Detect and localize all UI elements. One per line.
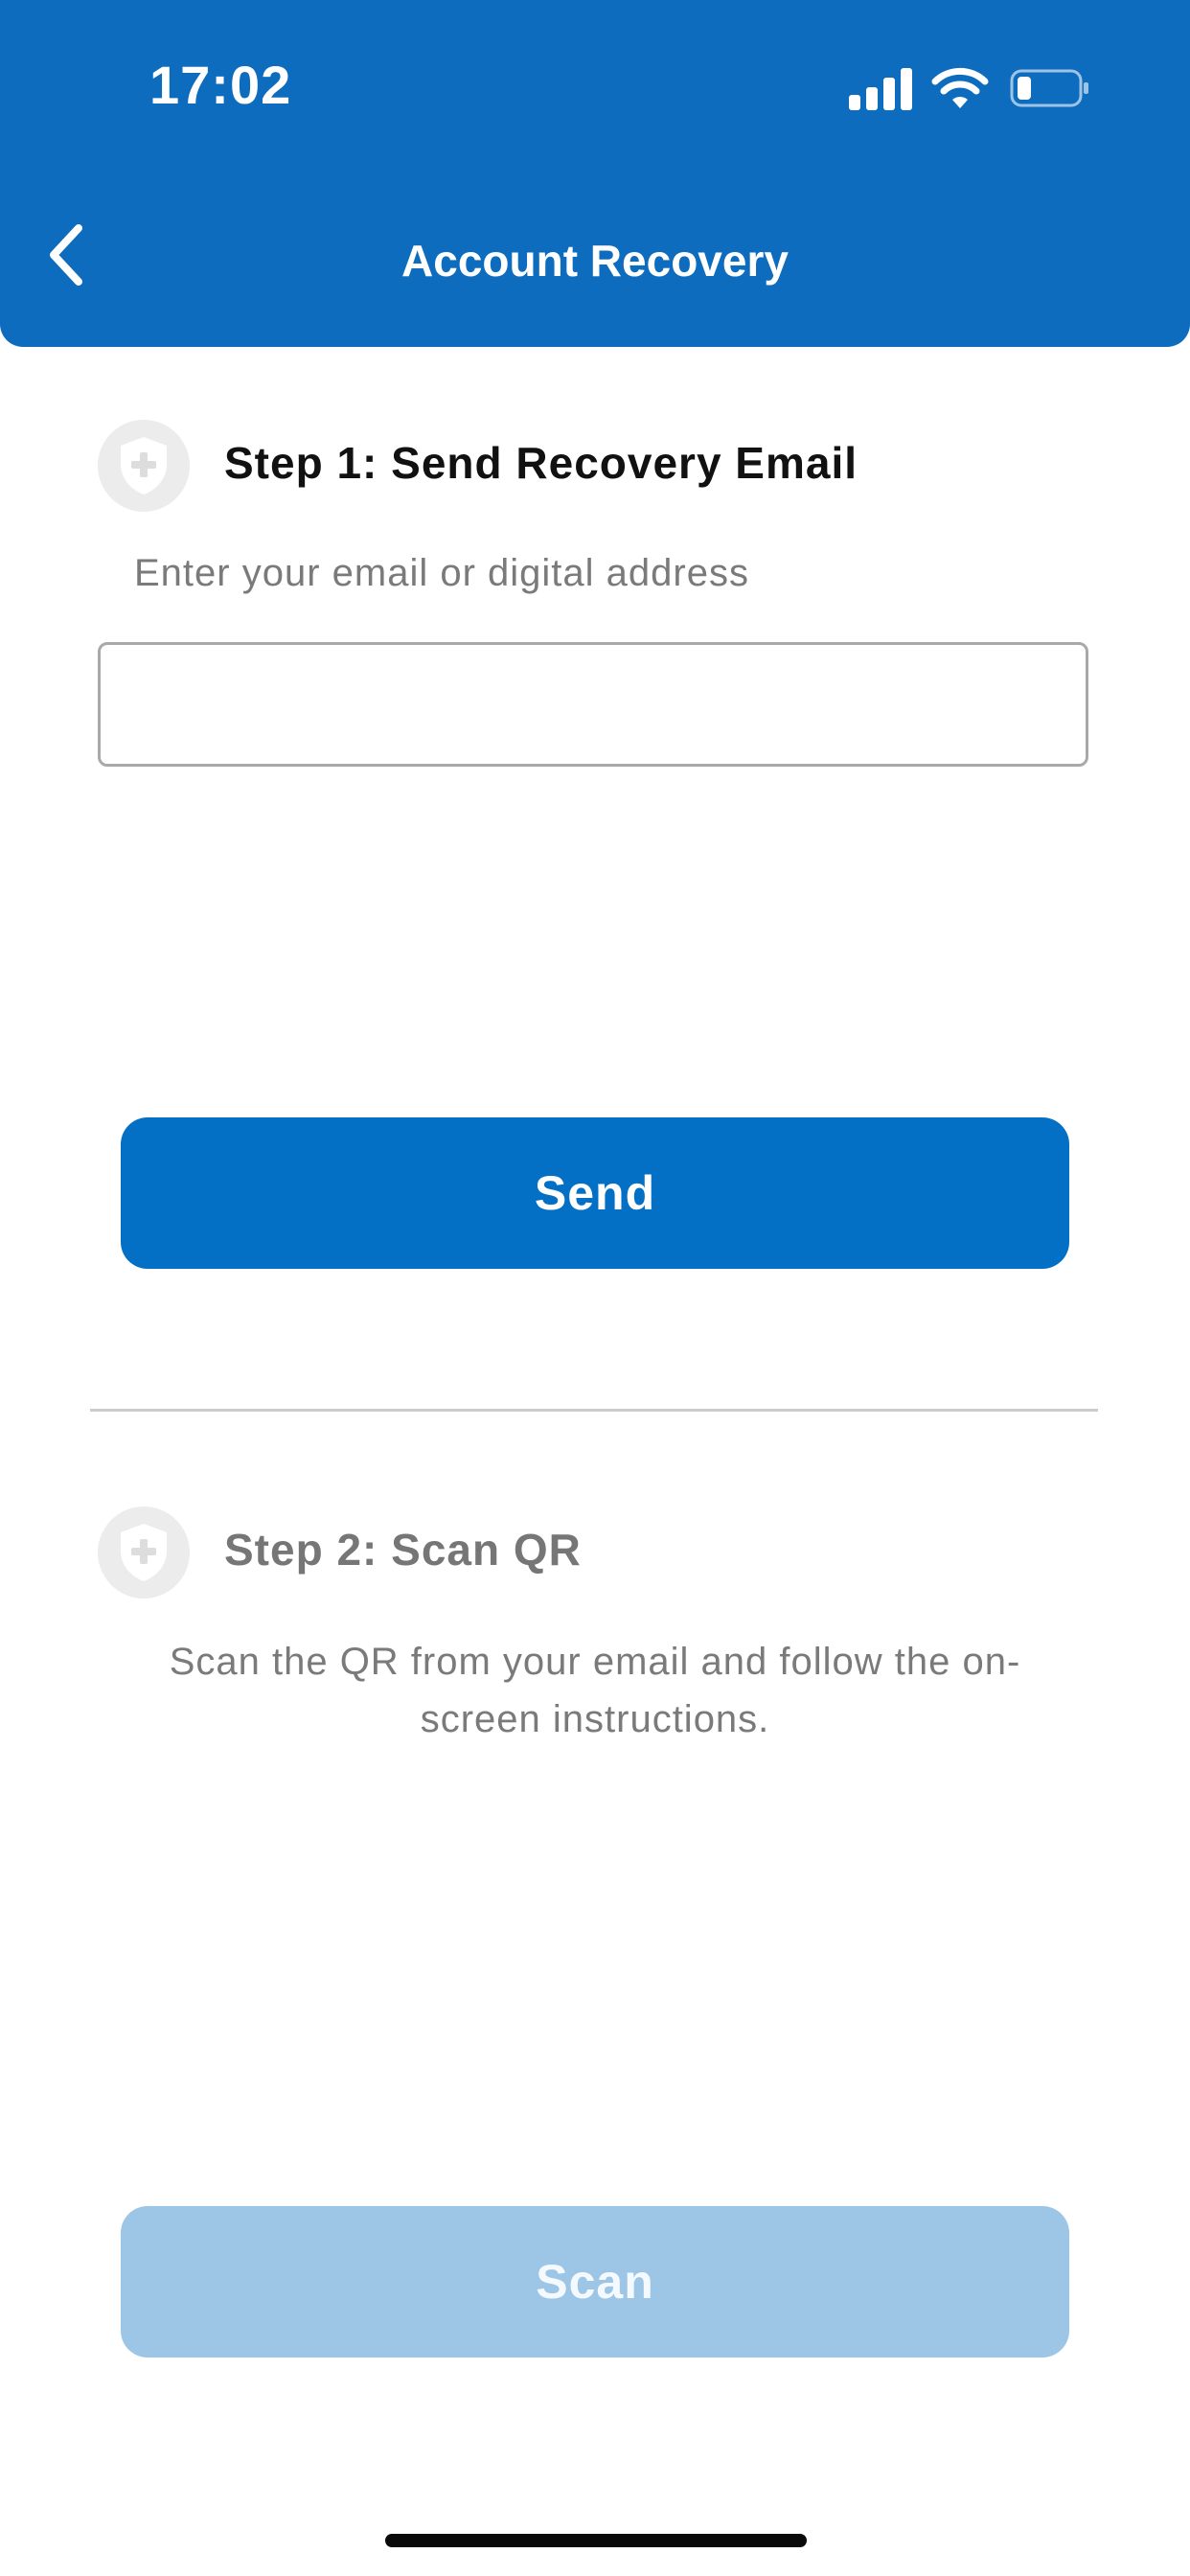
email-field-label: Enter your email or digital address [134, 552, 749, 594]
step2-description: Scan the QR from your email and follow t… [169, 1641, 1021, 1740]
step1-title: Step 1: Send Recovery Email [224, 438, 858, 488]
step1-shield-icon [98, 420, 190, 512]
status-time: 17:02 [149, 55, 292, 115]
battery-low-icon [1010, 69, 1088, 107]
shield-plus-icon [121, 1524, 167, 1581]
wifi-icon [931, 67, 989, 108]
page-title: Account Recovery [401, 236, 789, 286]
step2-title: Step 2: Scan QR [224, 1525, 582, 1575]
divider [90, 1409, 1098, 1412]
status-icons [849, 61, 1090, 115]
email-input[interactable] [98, 642, 1088, 767]
send-button[interactable]: Send [121, 1117, 1069, 1269]
scan-button[interactable]: Scan [121, 2206, 1069, 2358]
step2-shield-icon [98, 1506, 190, 1598]
shield-plus-icon [121, 437, 167, 494]
app-header: 17:02 Account Recovery [0, 0, 1190, 347]
cellular-signal-icon [849, 68, 912, 110]
home-indicator [385, 2534, 807, 2547]
